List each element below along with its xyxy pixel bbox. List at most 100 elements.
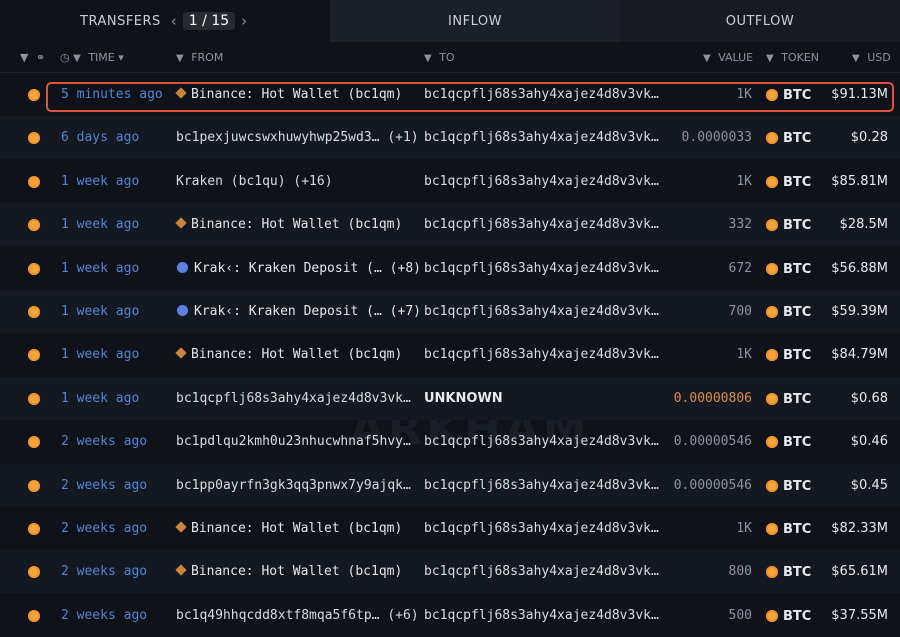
row-to[interactable]: bc1qcpflj68s3ahy4xajez4d8v3vk… [424,130,659,145]
row-to[interactable]: bc1qcpflj68s3ahy4xajez4d8v3vk… [424,434,659,449]
row-time[interactable]: 2 weeks ago [61,521,147,536]
row-from[interactable]: Binance: Hot Wallet (bc1qm) [177,347,402,362]
token-column-header[interactable]: ▼ TOKEN [766,51,819,64]
row-from[interactable]: Kraken (bc1qu) (+16) [176,174,333,189]
row-from[interactable]: Binance: Hot Wallet (bc1qm) [177,564,402,579]
to-filter-icon[interactable]: ▼ [424,53,432,64]
row-token[interactable]: BTC [783,175,811,190]
row-to[interactable]: bc1qcpflj68s3ahy4xajez4d8v3vk… [424,174,659,189]
row-token[interactable]: BTC [783,305,811,320]
row-token[interactable]: BTC [783,262,811,277]
row-to[interactable]: bc1qcpflj68s3ahy4xajez4d8v3vk… [424,304,659,319]
table-row[interactable]: 1 week ago bc1qcpflj68s3ahy4xajez4d8v3vk…… [0,377,900,420]
row-token[interactable]: BTC [783,609,811,624]
row-from[interactable]: Binance: Hot Wallet (bc1qm) [177,217,402,232]
row-to[interactable]: bc1qcpflj68s3ahy4xajez4d8v3vk… [424,347,659,362]
table-row[interactable]: 2 weeks ago bc1pdlqu2kmh0u23nhucwhnaf5hvy… [0,420,900,463]
table-row[interactable]: 1 week ago Kraken (bc1qu) (+16) bc1qcpflj6… [0,160,900,203]
btc-coin-icon [28,523,40,535]
row-token[interactable]: BTC [783,88,811,103]
row-token[interactable]: BTC [783,392,811,407]
row-token[interactable]: BTC [783,218,811,233]
time-filter-icon[interactable]: ▼ [73,53,81,64]
table-header: ▼ ⚭ ◷ ▼ TIME ▾ ▼ FROM ▼ TO ▼ VALUE ▼ TOK… [0,42,900,73]
row-from[interactable]: bc1pdlqu2kmh0u23nhucwhnaf5hvy… [176,434,411,449]
tab-outflow[interactable]: OUTFLOW [620,0,900,42]
table-row[interactable]: 1 week ago Krak‹: Kraken Deposit (… (+7)b… [0,290,900,333]
row-value: 672 [729,261,752,276]
sort-down-icon[interactable]: ▾ [118,51,124,64]
from-column-header[interactable]: ▼ FROM [176,51,223,64]
row-token[interactable]: BTC [783,522,811,537]
row-token[interactable]: BTC [783,479,811,494]
from-filter-icon[interactable]: ▼ [176,53,184,64]
row-to[interactable]: bc1qcpflj68s3ahy4xajez4d8v3vk… [424,521,659,536]
row-from[interactable]: Krak‹: Kraken Deposit (… (+7) [177,304,421,319]
token-header-label: TOKEN [781,51,819,64]
row-from[interactable]: bc1q49hhqcdd8xtf8mqa5f6tp… (+6) [176,608,419,623]
row-time[interactable]: 1 week ago [61,174,139,189]
to-column-header[interactable]: ▼ TO [424,51,455,64]
table-row[interactable]: 2 weeks ago Binance: Hot Wallet (bc1qm) bc… [0,507,900,550]
row-from-label: Kraken (bc1qu) (+16) [176,174,333,189]
table-row[interactable]: 1 week ago Krak‹: Kraken Deposit (… (+8)b… [0,247,900,290]
row-time[interactable]: 6 days ago [61,130,139,145]
row-value: 1K [736,521,752,536]
row-usd: $65.61M [831,564,888,579]
token-filter-icon[interactable]: ▼ [766,53,774,64]
row-time[interactable]: 1 week ago [61,217,139,232]
row-time[interactable]: 2 weeks ago [61,434,147,449]
btc-coin-icon [28,610,40,622]
top-bar: TRANSFERS ‹ 1 / 15 › INFLOW OUTFLOW [0,0,900,42]
table-row[interactable]: 1 week ago Binance: Hot Wallet (bc1qm) bc1… [0,203,900,246]
tab-inflow[interactable]: INFLOW [330,0,620,42]
row-from[interactable]: Krak‹: Kraken Deposit (… (+8) [177,261,421,276]
row-to[interactable]: bc1qcpflj68s3ahy4xajez4d8v3vk… [424,564,659,579]
row-time[interactable]: 5 minutes ago [61,87,163,102]
row-token[interactable]: BTC [783,435,811,450]
row-from[interactable]: bc1pp0ayrfn3gk3qq3pnwx7y9ajqk… [176,478,411,493]
row-to[interactable]: bc1qcpflj68s3ahy4xajez4d8v3vk… [424,608,659,623]
filter-icon[interactable]: ▼ [20,51,28,64]
value-filter-icon[interactable]: ▼ [703,53,711,64]
table-row[interactable]: 5 minutes ago Binance: Hot Wallet (bc1qm)… [0,73,900,116]
table-row[interactable]: 2 weeks ago bc1q49hhqcdd8xtf8mqa5f6tp… (+… [0,594,900,637]
row-usd: $56.88M [831,261,888,276]
chevron-right-icon[interactable]: › [241,12,247,30]
table-row[interactable]: 2 weeks ago bc1pp0ayrfn3gk3qq3pnwx7y9ajqk… [0,464,900,507]
row-value: 0.00000806 [674,391,752,406]
table-row[interactable]: 6 days ago bc1pexjuwcswxhuwyhwp25wd3… (+1… [0,116,900,159]
row-time[interactable]: 1 week ago [61,304,139,319]
row-from[interactable]: Binance: Hot Wallet (bc1qm) [177,87,402,102]
row-to[interactable]: bc1qcpflj68s3ahy4xajez4d8v3vk… [424,261,659,276]
btc-token-icon [766,306,778,318]
time-column-header[interactable]: ◷ ▼ TIME ▾ [60,51,124,64]
table-row[interactable]: 2 weeks ago Binance: Hot Wallet (bc1qm) bc… [0,550,900,593]
row-to[interactable]: UNKNOWN [424,391,503,406]
row-from[interactable]: bc1pexjuwcswxhuwyhwp25wd3… (+1) [176,130,419,145]
row-time[interactable]: 2 weeks ago [61,564,147,579]
row-to[interactable]: bc1qcpflj68s3ahy4xajez4d8v3vk… [424,217,659,232]
row-to[interactable]: bc1qcpflj68s3ahy4xajez4d8v3vk… [424,478,659,493]
table-row[interactable]: 1 week ago Binance: Hot Wallet (bc1qm) bc1… [0,333,900,376]
row-time[interactable]: 2 weeks ago [61,478,147,493]
usd-filter-icon[interactable]: ▼ [852,53,860,64]
row-from[interactable]: bc1qcpflj68s3ahy4xajez4d8v3vk… [176,391,411,406]
btc-token-icon [766,89,778,101]
chevron-left-icon[interactable]: ‹ [171,12,177,30]
usd-column-header[interactable]: ▼ USD [852,51,891,64]
row-time[interactable]: 2 weeks ago [61,608,147,623]
value-column-header[interactable]: ▼ VALUE [703,51,753,64]
link-icon[interactable]: ⚭ [36,51,45,64]
row-time[interactable]: 1 week ago [61,347,139,362]
row-token[interactable]: BTC [783,348,811,363]
row-time[interactable]: 1 week ago [61,261,139,276]
btc-coin-icon [28,132,40,144]
row-to[interactable]: bc1qcpflj68s3ahy4xajez4d8v3vk… [424,87,659,102]
usd-header-label: USD [867,51,891,64]
row-token[interactable]: BTC [783,131,811,146]
tab-transfers[interactable]: TRANSFERS ‹ 1 / 15 › [0,0,330,42]
row-from[interactable]: Binance: Hot Wallet (bc1qm) [177,521,402,536]
row-token[interactable]: BTC [783,565,811,580]
row-time[interactable]: 1 week ago [61,391,139,406]
